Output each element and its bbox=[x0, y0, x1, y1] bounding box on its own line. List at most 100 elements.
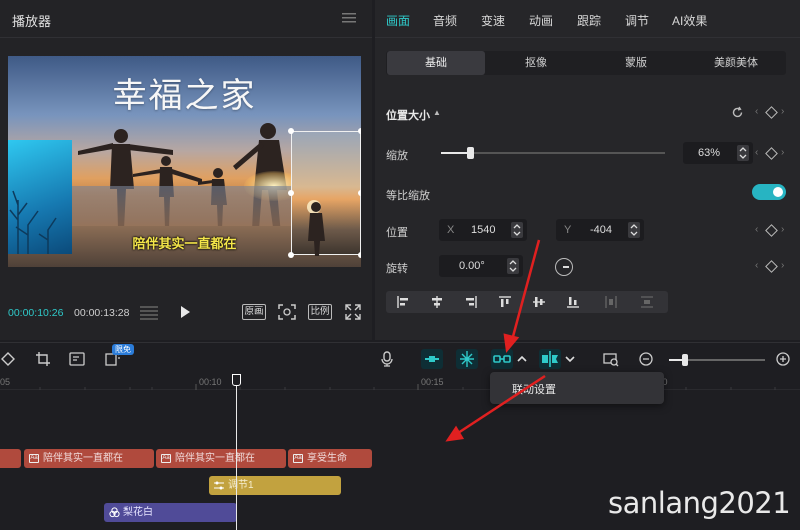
subtab-basic[interactable]: 基础 bbox=[387, 51, 485, 75]
uniform-scale-toggle[interactable] bbox=[752, 184, 786, 200]
uniform-scale-label: 等比缩放 bbox=[386, 190, 430, 202]
video-title-text: 幸福之家 bbox=[112, 76, 257, 116]
zoom-in-icon[interactable] bbox=[775, 351, 791, 367]
menu-icon[interactable] bbox=[342, 12, 356, 24]
rotate-icon[interactable] bbox=[0, 351, 16, 367]
position-keyframe-icon[interactable] bbox=[765, 224, 778, 237]
rotation-label: 旋转 bbox=[386, 263, 408, 275]
scale-slider[interactable] bbox=[441, 152, 665, 154]
align-bottom-icon[interactable] bbox=[566, 295, 580, 309]
rotation-keyframe-icon[interactable] bbox=[765, 260, 778, 273]
align-center-h-icon[interactable] bbox=[430, 295, 444, 309]
text-clip[interactable]: Aa 陪伴其实一直都在 bbox=[24, 449, 154, 468]
align-center-v-icon[interactable] bbox=[532, 295, 546, 309]
thumbnail-zoom-icon[interactable] bbox=[603, 351, 619, 367]
free-badge: 限免 bbox=[112, 344, 134, 355]
reset-icon[interactable] bbox=[731, 106, 744, 119]
tab-ai-effects[interactable]: AI效果 bbox=[672, 12, 707, 29]
rotation-value: 0.00° bbox=[459, 260, 485, 272]
rotation-next-keyframe-icon[interactable]: › bbox=[781, 260, 784, 271]
y-value: -404 bbox=[590, 224, 613, 236]
zoom-out-icon[interactable] bbox=[638, 351, 654, 367]
linkage-settings-item[interactable]: 联动设置 bbox=[512, 381, 556, 397]
video-preview[interactable]: 幸福之家 陪伴其实一直都在 bbox=[8, 56, 361, 267]
chevron-down-icon[interactable] bbox=[562, 351, 578, 367]
tab-audio[interactable]: 音频 bbox=[433, 12, 457, 29]
tab-animation[interactable]: 动画 bbox=[529, 12, 553, 29]
adjust-clip-label: 调节1 bbox=[228, 480, 254, 491]
prev-keyframe-icon[interactable]: ‹ bbox=[755, 106, 758, 117]
tab-adjust[interactable]: 调节 bbox=[625, 12, 649, 29]
original-button[interactable]: 原画 bbox=[242, 304, 266, 320]
filter-clip[interactable]: 梨花白 bbox=[104, 503, 237, 522]
scale-slider-handle[interactable] bbox=[467, 147, 474, 159]
properties-panel: 画面 音频 变速 动画 跟踪 调节 AI效果 基础 抠像 蒙版 美颜美体 位置大… bbox=[375, 0, 800, 340]
crop-tool-icon[interactable] bbox=[35, 351, 51, 367]
ratio-button[interactable]: 比例 bbox=[308, 304, 332, 320]
scale-field[interactable]: 63% bbox=[683, 142, 753, 164]
rotation-prev-keyframe-icon[interactable]: ‹ bbox=[755, 260, 758, 271]
y-stepper-icon[interactable] bbox=[628, 222, 640, 238]
subtab-mask[interactable]: 蒙版 bbox=[587, 51, 685, 75]
resize-handle-bottom-left[interactable] bbox=[288, 252, 294, 258]
resize-handle-top-left[interactable] bbox=[288, 128, 294, 134]
text-clip-icon: Aa bbox=[161, 454, 171, 463]
subtab-beauty[interactable]: 美颜美体 bbox=[687, 51, 785, 75]
scale-stepper-icon[interactable] bbox=[737, 145, 749, 161]
rotation-stepper-icon[interactable] bbox=[507, 258, 519, 274]
preview-axis-button[interactable] bbox=[539, 349, 561, 369]
position-label: 位置 bbox=[386, 227, 408, 239]
position-y-field[interactable]: Y -404 bbox=[556, 219, 644, 241]
chevron-up-icon[interactable] bbox=[514, 351, 530, 367]
zoom-slider-handle[interactable] bbox=[682, 354, 688, 366]
main-track-magnet-button[interactable] bbox=[421, 349, 443, 369]
text-clip[interactable]: Aa 陪伴其实一直都在 bbox=[156, 449, 286, 468]
filter-icon bbox=[109, 507, 120, 518]
resize-handle-left[interactable] bbox=[288, 190, 294, 196]
grid-icon[interactable] bbox=[139, 304, 159, 322]
tab-tracking[interactable]: 跟踪 bbox=[577, 12, 601, 29]
scale-next-keyframe-icon[interactable]: › bbox=[781, 147, 784, 158]
position-x-field[interactable]: X 1540 bbox=[439, 219, 527, 241]
resize-handle-top-right[interactable] bbox=[358, 128, 361, 134]
player-header: 播放器 bbox=[0, 0, 372, 38]
auto-snap-button[interactable] bbox=[456, 349, 478, 369]
scale-prev-keyframe-icon[interactable]: ‹ bbox=[755, 147, 758, 158]
video-subtitle-text: 陪伴其实一直都在 bbox=[132, 236, 237, 251]
align-left-icon[interactable] bbox=[396, 295, 410, 309]
scale-label: 缩放 bbox=[386, 150, 408, 162]
collapse-icon[interactable]: ▲ bbox=[433, 108, 441, 117]
timeline-toolbar: 限免 bbox=[0, 342, 800, 374]
playhead-handle[interactable] bbox=[232, 374, 241, 386]
scale-keyframe-icon[interactable] bbox=[765, 147, 778, 160]
tab-speed[interactable]: 变速 bbox=[481, 12, 505, 29]
next-keyframe-icon[interactable]: › bbox=[781, 106, 784, 117]
microphone-icon[interactable] bbox=[379, 351, 395, 367]
resize-handle-right[interactable] bbox=[358, 190, 361, 196]
current-time: 00:00:10:26 bbox=[8, 307, 64, 319]
playhead[interactable] bbox=[236, 374, 237, 530]
align-right-icon[interactable] bbox=[464, 295, 478, 309]
subtab-cutout[interactable]: 抠像 bbox=[487, 51, 585, 75]
align-top-icon[interactable] bbox=[498, 295, 512, 309]
x-stepper-icon[interactable] bbox=[511, 222, 523, 238]
text-clip[interactable]: Aa 享受生命 bbox=[288, 449, 372, 468]
crop-icon[interactable] bbox=[278, 304, 296, 320]
linkage-button[interactable] bbox=[491, 349, 513, 369]
text-recognize-icon[interactable] bbox=[69, 351, 85, 367]
play-icon[interactable] bbox=[178, 305, 192, 319]
resize-handle-bottom-right[interactable] bbox=[358, 252, 361, 258]
total-time: 00:00:13:28 bbox=[74, 307, 130, 319]
time-ruler[interactable]: 05 00:10 00:15 00:20 bbox=[0, 374, 800, 390]
sliders-icon bbox=[214, 481, 224, 490]
position-next-keyframe-icon[interactable]: › bbox=[781, 224, 784, 235]
position-prev-keyframe-icon[interactable]: ‹ bbox=[755, 224, 758, 235]
rotation-dial[interactable] bbox=[555, 258, 573, 276]
text-clip-icon: Aa bbox=[293, 454, 303, 463]
text-clip[interactable] bbox=[0, 449, 21, 468]
tab-canvas[interactable]: 画面 bbox=[386, 12, 410, 29]
rotation-field[interactable]: 0.00° bbox=[439, 255, 523, 277]
adjust-clip[interactable]: 调节1 bbox=[209, 476, 341, 495]
fullscreen-icon[interactable] bbox=[345, 304, 361, 320]
keyframe-icon[interactable] bbox=[765, 106, 778, 119]
